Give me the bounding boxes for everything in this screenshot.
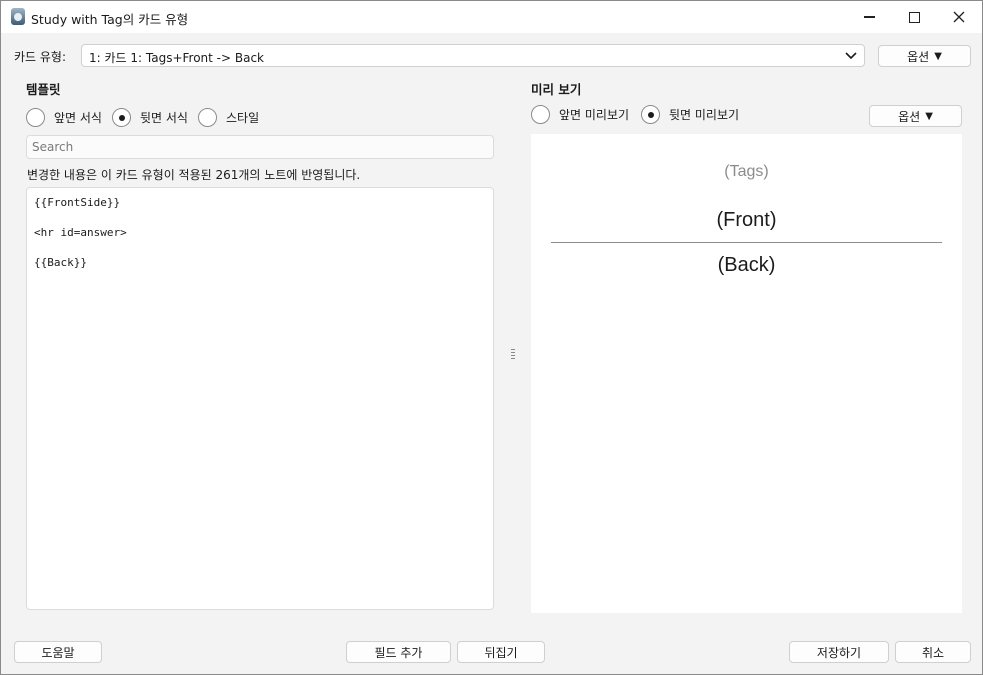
maximize-icon [908, 11, 920, 23]
maximize-button[interactable] [891, 1, 937, 33]
card-type-selected: 1: 카드 1: Tags+Front -> Back [89, 51, 264, 65]
radio-front-template[interactable]: 앞면 서식 [26, 108, 102, 127]
card-type-options-button[interactable]: 옵션 ▼ [878, 45, 971, 67]
options-label: 옵션 [907, 49, 930, 64]
radio-circle [112, 108, 131, 127]
card-types-window: Study with Tag의 카드 유형 카드 유형: 1: 카드 1: Ta… [0, 0, 983, 675]
preview-options-button[interactable]: 옵션 ▼ [869, 105, 962, 127]
radio-label: 스타일 [226, 111, 260, 125]
minimize-button[interactable] [846, 1, 892, 33]
chevron-down-icon [845, 52, 857, 60]
search-input[interactable] [26, 135, 494, 159]
radio-circle [26, 108, 45, 127]
radio-styling[interactable]: 스타일 [198, 108, 259, 127]
dropdown-arrow-icon: ▼ [925, 110, 933, 122]
card-preview: (Tags) (Front) (Back) [531, 134, 962, 613]
card-type-label: 카드 유형: [14, 50, 67, 64]
radio-circle [641, 105, 660, 124]
notice-text: 변경한 내용은 이 카드 유형이 적용된 261개의 노트에 반영됩니다. [27, 168, 361, 182]
code-line: <hr id=answer> [34, 226, 127, 239]
close-icon [953, 11, 965, 23]
dropdown-arrow-icon: ▼ [934, 50, 942, 62]
template-section-title: 템플릿 [26, 82, 61, 97]
radio-label: 앞면 미리보기 [559, 108, 630, 122]
radio-label: 앞면 서식 [54, 111, 102, 125]
card-type-dropdown[interactable]: 1: 카드 1: Tags+Front -> Back [81, 44, 865, 67]
preview-back: (Back) [717, 254, 776, 276]
close-button[interactable] [936, 1, 982, 33]
help-button[interactable]: 도움말 [14, 641, 102, 663]
splitter-handle-icon[interactable] [511, 347, 517, 361]
preview-answer-divider [551, 242, 942, 243]
add-field-button[interactable]: 필드 추가 [346, 641, 451, 663]
preview-section-title: 미리 보기 [531, 82, 582, 97]
radio-back-preview[interactable]: 뒷면 미리보기 [641, 105, 739, 124]
radio-back-template[interactable]: 뒷면 서식 [112, 108, 188, 127]
flip-button[interactable]: 뒤집기 [457, 641, 545, 663]
code-line: {{Back}} [34, 256, 87, 269]
radio-label: 뒷면 미리보기 [669, 108, 740, 122]
cancel-button[interactable]: 취소 [895, 641, 971, 663]
radio-front-preview[interactable]: 앞면 미리보기 [531, 105, 629, 124]
minimize-icon [863, 16, 875, 18]
app-icon [11, 8, 25, 25]
title-bar: Study with Tag의 카드 유형 [1, 1, 982, 33]
options-label: 옵션 [898, 109, 921, 124]
save-button[interactable]: 저장하기 [789, 641, 889, 663]
template-editor[interactable]: {{FrontSide}} <hr id=answer> {{Back}} [26, 187, 494, 610]
radio-circle [198, 108, 217, 127]
preview-tags: (Tags) [724, 163, 769, 180]
radio-label: 뒷면 서식 [140, 111, 188, 125]
window-title: Study with Tag의 카드 유형 [31, 12, 189, 27]
radio-circle [531, 105, 550, 124]
preview-front: (Front) [716, 209, 777, 231]
code-line: {{FrontSide}} [34, 196, 121, 209]
